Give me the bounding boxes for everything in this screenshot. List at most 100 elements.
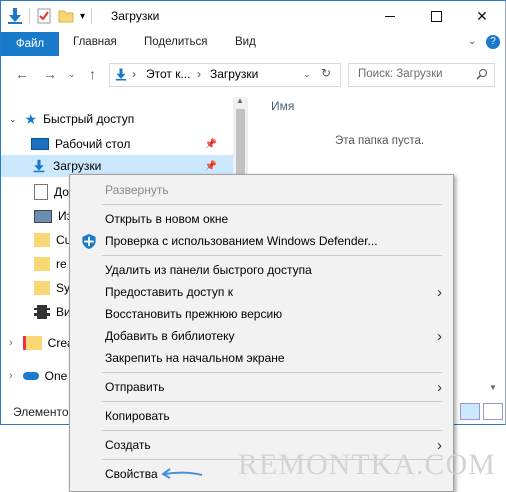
large-icons-view-icon[interactable] xyxy=(483,403,503,420)
window-title: Загрузки xyxy=(111,9,160,23)
breadcrumb-separator[interactable]: › xyxy=(197,67,201,81)
up-arrow-icon[interactable]: ↑ xyxy=(89,66,96,82)
downloads-icon xyxy=(8,8,22,24)
quick-access-label: Быстрый доступ xyxy=(43,112,135,126)
tab-share[interactable]: Поделиться xyxy=(144,36,208,48)
sidebar-item-desktop[interactable]: Рабочий стол 📌 xyxy=(31,133,233,155)
menu-separator xyxy=(102,255,442,256)
tab-home[interactable]: Главная xyxy=(73,36,117,48)
menu-item-label: Добавить в библиотеку xyxy=(105,329,235,343)
sidebar-item-pictures[interactable]: Из xyxy=(34,205,72,227)
properties-icon[interactable] xyxy=(36,8,52,24)
windows-defender-icon xyxy=(82,233,96,249)
search-placeholder: Поиск: Загрузки xyxy=(358,68,443,80)
breadcrumb-downloads[interactable]: Загрузки xyxy=(210,67,258,81)
menu-item-label: Предоставить доступ к xyxy=(105,285,233,299)
sidebar-item-onedrive[interactable]: › One xyxy=(9,365,67,387)
search-icon xyxy=(476,69,487,80)
recent-locations-icon[interactable]: ⌄ xyxy=(68,69,76,80)
empty-folder-text: Эта папка пуста. xyxy=(335,135,425,147)
onedrive-icon xyxy=(22,372,39,380)
quick-access-node[interactable]: ⌄ ★ Быстрый доступ xyxy=(9,108,134,130)
menu-item-label: Развернуть xyxy=(105,183,169,197)
tab-view[interactable]: Вид xyxy=(235,36,256,48)
desktop-icon xyxy=(31,138,49,150)
menu-item-label: Открыть в новом окне xyxy=(105,212,229,226)
menu-item-send-to[interactable]: Отправить › xyxy=(70,376,453,398)
toolbar-separator xyxy=(91,8,93,24)
menu-item-restore-previous[interactable]: Восстановить прежнюю версию xyxy=(70,303,453,325)
tab-file[interactable]: Файл xyxy=(1,32,59,56)
menu-item-remove-quick-access[interactable]: Удалить из панели быстрого доступа xyxy=(70,259,453,281)
new-folder-icon[interactable] xyxy=(58,8,74,24)
back-arrow-icon[interactable]: ← xyxy=(15,66,29,82)
sidebar-item-documents[interactable]: До xyxy=(34,181,69,203)
menu-separator xyxy=(102,430,442,431)
chevron-right-icon[interactable]: › xyxy=(9,337,13,349)
minimize-icon xyxy=(385,16,395,17)
folder-icon xyxy=(34,233,50,247)
address-bar[interactable]: › Этот к... › Загрузки ⌄ ↻ xyxy=(109,63,341,87)
menu-item-label: Проверка с использованием Windows Defend… xyxy=(105,234,378,248)
menu-item-give-access[interactable]: Предоставить доступ к › xyxy=(70,281,453,303)
sidebar-item-label: Рабочий стол xyxy=(55,137,131,151)
sidebar-item-folder[interactable]: Cu xyxy=(34,229,71,251)
pin-icon: 📌 xyxy=(204,160,217,172)
scroll-up-icon[interactable]: ▲ xyxy=(236,96,244,105)
sidebar-item-label: re xyxy=(56,257,67,271)
menu-item-expand[interactable]: Развернуть xyxy=(70,179,453,201)
title-bar: ▾ Загрузки ✕ xyxy=(1,1,505,32)
customize-toolbar-icon[interactable]: ▾ xyxy=(80,11,85,22)
sidebar-item-folder[interactable]: Sy xyxy=(34,277,70,299)
expand-ribbon-icon[interactable]: ⌄ xyxy=(468,36,476,47)
menu-item-pin-start[interactable]: Закрепить на начальном экране xyxy=(70,347,453,369)
menu-item-defender-scan[interactable]: Проверка с использованием Windows Defend… xyxy=(70,230,453,252)
menu-separator xyxy=(102,372,442,373)
status-bar-text: Элементо xyxy=(13,405,69,419)
help-icon[interactable]: ? xyxy=(486,35,500,49)
menu-item-label: Свойства xyxy=(105,467,158,481)
chevron-right-icon[interactable]: › xyxy=(9,370,13,382)
menu-item-label: Отправить xyxy=(105,380,165,394)
menu-separator xyxy=(102,401,442,402)
sidebar-item-label: One xyxy=(44,369,68,383)
minimize-button[interactable] xyxy=(367,1,413,32)
details-view-icon[interactable] xyxy=(460,403,480,420)
menu-item-copy[interactable]: Копировать xyxy=(70,405,453,427)
forward-arrow-icon[interactable]: → xyxy=(43,66,57,82)
breadcrumb-separator[interactable]: › xyxy=(132,67,136,81)
close-icon: ✕ xyxy=(476,8,488,24)
column-header-name[interactable]: Имя xyxy=(271,99,294,113)
close-button[interactable]: ✕ xyxy=(459,1,505,32)
chevron-down-icon[interactable]: ⌄ xyxy=(9,114,17,125)
sidebar-item-videos[interactable]: Ви xyxy=(34,301,71,323)
pin-icon: 📌 xyxy=(204,138,217,150)
menu-item-label: Создать xyxy=(105,438,151,452)
documents-icon xyxy=(34,184,48,200)
search-input[interactable]: Поиск: Загрузки xyxy=(348,63,495,87)
menu-item-label: Копировать xyxy=(105,409,170,423)
sidebar-item-folder[interactable]: re xyxy=(34,253,67,275)
star-icon: ★ xyxy=(24,110,38,127)
folder-icon xyxy=(34,281,50,295)
menu-item-label: Восстановить прежнюю версию xyxy=(105,307,283,321)
address-dropdown-icon[interactable]: ⌄ xyxy=(303,69,311,80)
sidebar-item-creative-cloud[interactable]: › Crea xyxy=(9,332,74,354)
downloads-icon xyxy=(33,159,45,173)
menu-separator xyxy=(102,204,442,205)
video-icon xyxy=(34,305,50,319)
breadcrumb-this-pc[interactable]: Этот к... xyxy=(146,67,190,81)
menu-item-add-to-library[interactable]: Добавить в библиотеку › xyxy=(70,325,453,347)
content-scrollbar[interactable]: ▼ xyxy=(489,383,497,392)
toolbar-separator xyxy=(29,8,30,24)
maximize-button[interactable] xyxy=(413,1,459,32)
submenu-arrow-icon: › xyxy=(437,283,442,301)
menu-item-open-new-window[interactable]: Открыть в новом окне xyxy=(70,208,453,230)
context-menu: Развернуть Открыть в новом окне Проверка… xyxy=(69,174,454,492)
creative-cloud-icon xyxy=(22,336,42,350)
refresh-icon[interactable]: ↻ xyxy=(321,66,331,80)
ribbon-tabs: Файл Главная Поделиться Вид ⌄ ? xyxy=(1,32,505,56)
maximize-icon xyxy=(430,11,442,22)
address-row: ← → ⌄ ↑ › Этот к... › Загрузки ⌄ ↻ Поиск… xyxy=(1,57,505,91)
submenu-arrow-icon: › xyxy=(437,327,442,345)
